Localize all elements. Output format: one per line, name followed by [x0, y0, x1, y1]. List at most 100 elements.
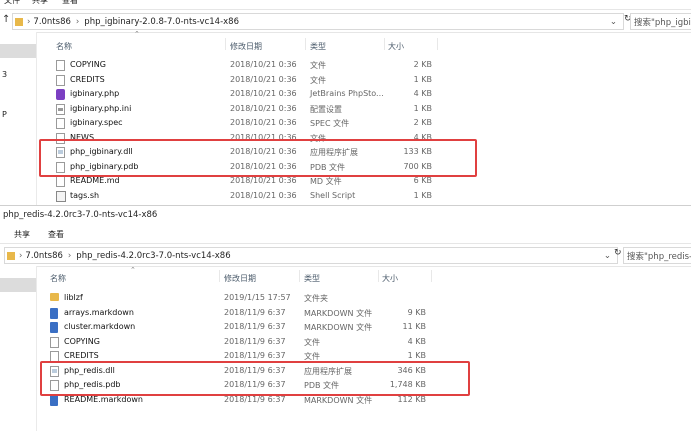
file-icon	[56, 118, 65, 129]
column-type[interactable]: 类型	[310, 41, 326, 52]
file-row[interactable]: igbinary.php.ini 2018/10/21 0:36 配置设置 1 KB	[52, 101, 452, 116]
file-row[interactable]: COPYING 2018/10/21 0:36 文件 2 KB	[52, 57, 452, 72]
file-size: 11 KB	[402, 322, 426, 331]
shell-script-icon	[56, 190, 66, 202]
file-row[interactable]: igbinary.php 2018/10/21 0:36 JetBrains Php…	[52, 86, 452, 101]
file-type: MARKDOWN 文件	[304, 395, 373, 405]
file-type: 文件	[310, 61, 326, 70]
refresh-icon[interactable]: ↻	[614, 248, 622, 258]
column-date[interactable]: 修改日期	[230, 41, 262, 52]
breadcrumb-item[interactable]: 7.0nts86	[33, 17, 70, 27]
file-date: 2019/1/15 17:57	[224, 293, 291, 302]
breadcrumb-sep-icon: ›	[27, 16, 31, 27]
markdown-file-icon	[50, 307, 58, 319]
breadcrumb-sep-icon: ›	[67, 250, 72, 261]
file-type: 文件	[310, 75, 326, 85]
highlight-box	[40, 361, 470, 396]
ribbon-tab-view[interactable]: 查看	[48, 229, 64, 240]
file-row[interactable]: COPYING 2018/11/9 6:37 文件 4 KB	[46, 334, 446, 349]
markdown-file-icon	[50, 394, 58, 406]
up-arrow-icon[interactable]: ↑	[2, 14, 10, 25]
col-divider	[225, 38, 226, 50]
file-type: 文件夹	[304, 294, 328, 303]
file-row[interactable]: arrays.markdown 2018/11/9 6:37 MARKDOWN 文件…	[46, 305, 446, 320]
folder-icon	[15, 17, 23, 26]
chevron-down-icon[interactable]: ⌄	[604, 251, 611, 261]
breadcrumb-sep-icon: ›	[19, 250, 23, 261]
col-divider	[437, 38, 438, 50]
file-type: 配置设置	[310, 104, 342, 114]
file-name: COPYING	[64, 336, 100, 346]
bottom-ribbon: 共享 查看	[0, 227, 691, 241]
ribbon-tab-share[interactable]: 共享	[32, 0, 48, 6]
file-date: 2018/11/9 6:37	[224, 336, 286, 346]
column-type[interactable]: 类型	[304, 273, 320, 284]
nav-item-label[interactable]: P	[2, 110, 7, 119]
file-name: COPYING	[70, 60, 106, 69]
file-row[interactable]: igbinary.spec 2018/10/21 0:36 SPEC 文件 2 KB	[52, 115, 452, 130]
nav-selected-item[interactable]	[0, 44, 36, 58]
file-name: CREDITS	[70, 74, 105, 84]
file-date: 2018/11/9 6:37	[224, 307, 286, 317]
file-row[interactable]: CREDITS 2018/10/21 0:36 文件 1 KB	[52, 72, 452, 87]
col-divider	[305, 38, 306, 50]
column-size[interactable]: 大小	[382, 273, 398, 284]
nav-selected-item[interactable]	[0, 278, 36, 292]
column-name[interactable]: 名称	[50, 273, 66, 284]
col-divider	[378, 270, 379, 282]
file-type: MD 文件	[310, 177, 342, 186]
column-name[interactable]: 名称	[56, 41, 72, 52]
bottom-search-input[interactable]: 搜索"php_redis-4	[623, 247, 691, 264]
ribbon-tab-file[interactable]: 文件	[4, 0, 20, 6]
breadcrumb-item[interactable]: 7.0nts86	[25, 251, 62, 261]
file-row[interactable]: cluster.markdown 2018/11/9 6:37 MARKDOWN 文…	[46, 319, 446, 334]
file-row[interactable]: liblzf 2019/1/15 17:57 文件夹	[46, 290, 446, 305]
file-type: MARKDOWN 文件	[304, 308, 373, 318]
chevron-down-icon[interactable]: ⌄	[610, 17, 617, 27]
file-size: 4 KB	[413, 89, 432, 98]
col-divider	[299, 270, 300, 282]
ribbon-tab-view[interactable]: 查看	[62, 0, 78, 6]
top-path-box[interactable]: › 7.0nts86 › php_igbinary-2.0.8-7.0-nts-…	[12, 13, 624, 30]
file-size: 4 KB	[407, 336, 426, 346]
nav-item-label[interactable]: 3	[2, 70, 7, 79]
file-size: 1 KB	[413, 190, 432, 200]
file-icon	[50, 336, 59, 348]
highlight-box	[39, 139, 477, 177]
top-explorer-window: 文件 共享 查看 ↑ › 7.0nts86 › php_igbinary-2.0…	[0, 0, 691, 205]
col-divider	[219, 270, 220, 282]
file-name: tags.sh	[70, 190, 100, 200]
folder-icon	[7, 251, 15, 260]
ini-file-icon	[56, 103, 65, 115]
file-date: 2018/10/21 0:36	[230, 190, 297, 200]
file-icon	[56, 74, 65, 86]
file-date: 2018/10/21 0:36	[230, 176, 297, 185]
file-size: 1 KB	[413, 103, 432, 113]
file-row[interactable]: tags.sh 2018/10/21 0:36 Shell Script 1 KB	[52, 188, 452, 203]
bottom-path-box[interactable]: › 7.0nts86 › php_redis-4.2.0rc3-7.0-nts-…	[4, 247, 618, 264]
file-type: SPEC 文件	[310, 119, 350, 128]
file-icon	[56, 60, 65, 71]
file-type: JetBrains PhpSto...	[310, 89, 384, 98]
md-file-icon	[56, 176, 65, 187]
breadcrumb-item[interactable]: php_igbinary-2.0.8-7.0-nts-vc14-x86	[84, 17, 239, 27]
column-date[interactable]: 修改日期	[224, 273, 256, 284]
column-size[interactable]: 大小	[388, 41, 404, 52]
breadcrumb-item[interactable]: php_redis-4.2.0rc3-7.0-nts-vc14-x86	[76, 251, 230, 261]
col-divider	[431, 270, 432, 282]
bottom-column-header: 名称 修改日期 类型 大小	[46, 270, 446, 284]
file-size: 1 KB	[407, 351, 426, 360]
file-name: liblzf	[64, 293, 83, 302]
file-name: README.md	[70, 176, 120, 185]
bottom-explorer-window: php_redis-4.2.0rc3-7.0-nts-vc14-x86 共享 查…	[0, 205, 691, 431]
top-collapse-chevron-icon[interactable]: ⌃	[134, 30, 140, 38]
top-search-input[interactable]: 搜索"php_igbinar	[630, 13, 691, 30]
ribbon-tab-share[interactable]: 共享	[14, 229, 30, 240]
col-divider	[384, 38, 385, 50]
file-type: 文件	[304, 337, 320, 347]
file-name: CREDITS	[64, 351, 99, 360]
file-name: arrays.markdown	[64, 307, 134, 317]
top-ribbon: 文件 共享 查看	[0, 0, 691, 7]
file-date: 2018/10/21 0:36	[230, 60, 297, 69]
file-size: 2 KB	[413, 60, 432, 69]
